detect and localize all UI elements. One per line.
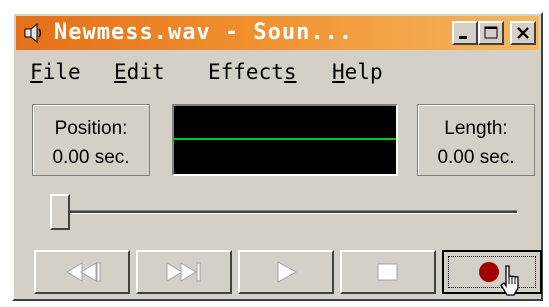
fast-forward-icon: [166, 262, 201, 282]
menu-edit[interactable]: Edit: [114, 60, 165, 84]
fast-forward-button[interactable]: [136, 250, 232, 294]
length-value: 0.00 sec.: [437, 147, 515, 168]
rewind-icon: [66, 262, 101, 282]
rewind-button[interactable]: [34, 250, 130, 294]
menu-effects[interactable]: Effects: [208, 60, 297, 84]
waveform-line: [174, 138, 396, 140]
close-button[interactable]: [510, 21, 536, 45]
record-icon: [479, 262, 499, 282]
play-button[interactable]: [238, 250, 334, 294]
minimize-icon: [459, 36, 467, 39]
menu-file[interactable]: File: [30, 60, 81, 84]
record-button[interactable]: [442, 250, 542, 294]
menu-help-accel: H: [332, 60, 345, 84]
position-slider-thumb[interactable]: [50, 194, 70, 230]
menu-file-accel: F: [30, 60, 43, 84]
title-bar[interactable]: Newmess.wav - Soun...: [16, 16, 539, 50]
play-icon: [277, 261, 298, 283]
menu-edit-label: dit: [126, 60, 165, 84]
menu-help-label: elp: [344, 60, 383, 84]
maximize-button[interactable]: [478, 21, 504, 45]
menu-effects-accel: s: [283, 60, 297, 84]
menu-edit-accel: E: [114, 60, 127, 84]
close-icon: [517, 27, 529, 39]
maximize-icon: [484, 26, 498, 39]
menu-help[interactable]: Help: [332, 60, 383, 84]
menu-effects-label: Effect: [208, 60, 284, 84]
stop-icon: [377, 263, 398, 281]
position-display: Position: 0.00 sec.: [32, 104, 150, 176]
mouse-pointer-icon: [498, 264, 522, 303]
minimize-button[interactable]: [452, 21, 478, 45]
window-title: Newmess.wav - Soun...: [54, 20, 354, 45]
length-display: Length: 0.00 sec.: [417, 104, 535, 176]
position-label: Position:: [54, 118, 128, 139]
length-label: Length:: [444, 118, 508, 139]
sound-recorder-window: Newmess.wav - Soun... File Edit Effects …: [12, 12, 543, 301]
waveform-display: [172, 104, 398, 176]
menu-file-label: ile: [42, 60, 81, 84]
position-value: 0.00 sec.: [52, 147, 130, 168]
speaker-icon[interactable]: [24, 22, 44, 44]
stop-button[interactable]: [340, 250, 436, 294]
position-slider-track[interactable]: [50, 210, 518, 214]
